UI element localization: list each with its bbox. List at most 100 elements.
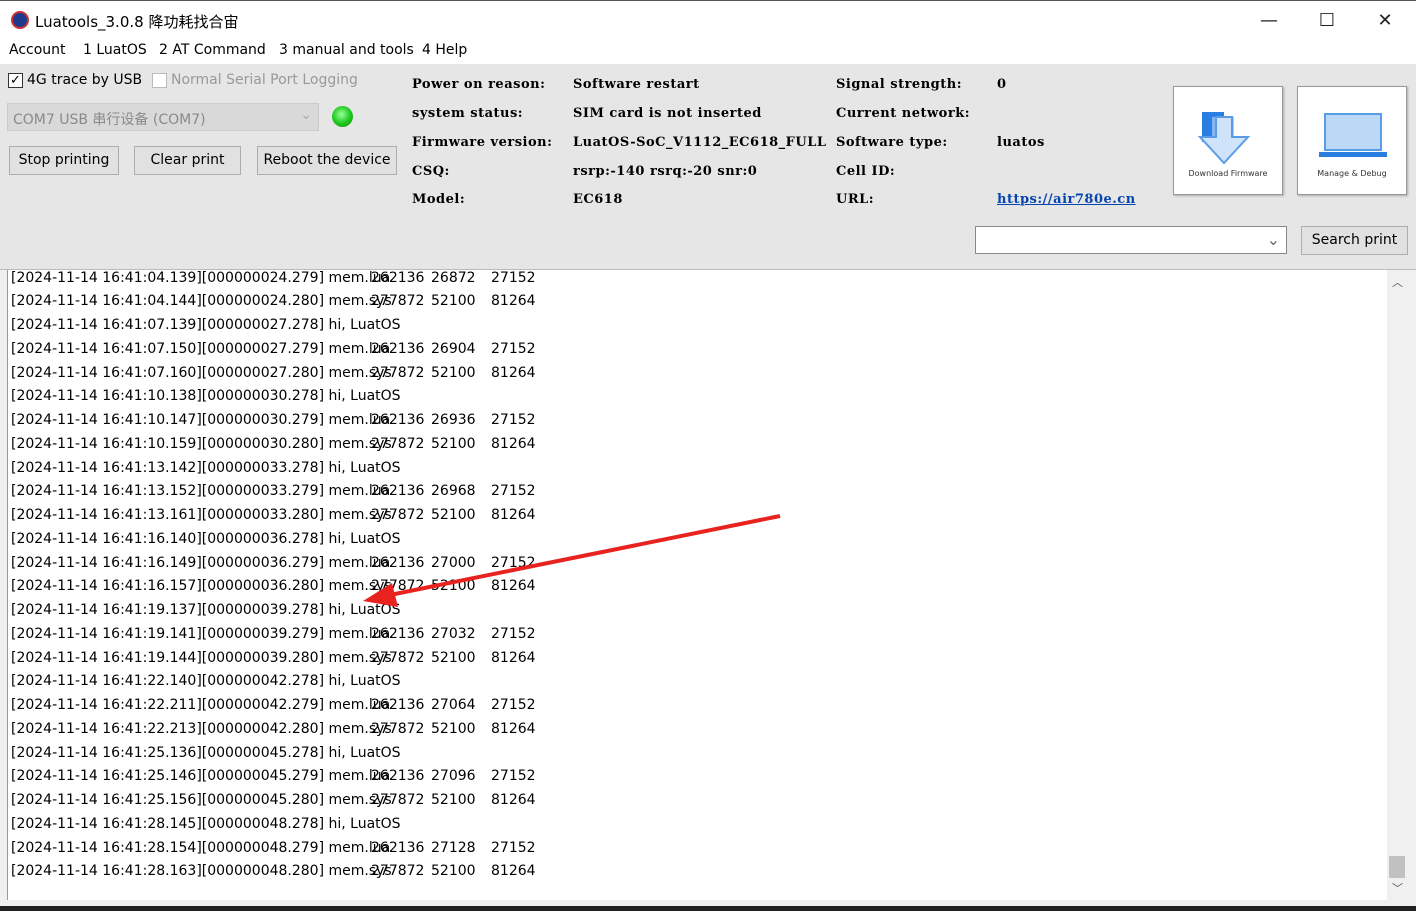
log-value: 52100 (431, 435, 476, 452)
log-value: 52100 (431, 578, 476, 595)
serial-logging-label: Normal Serial Port Logging (171, 72, 358, 88)
maximize-button[interactable]: ☐ (1304, 7, 1350, 35)
port-select[interactable]: COM7 USB 串行设备 (COM7) ⌄ (7, 103, 319, 131)
download-firmware-button[interactable]: Download Firmware (1173, 86, 1283, 195)
url-link[interactable]: https://air780e.cn (997, 192, 1136, 207)
log-text: [2024-11-14 16:41:16.149][000000036.279]… (11, 554, 391, 571)
menu-bar: Account 1 LuatOS 2 AT Command 3 manual a… (0, 40, 1416, 64)
log-text: [2024-11-14 16:41:07.160][000000027.280]… (11, 364, 392, 381)
log-scrollbar[interactable]: ︿ ﹀ (1387, 270, 1407, 900)
log-value: 81264 (491, 863, 536, 880)
log-value: 81264 (491, 578, 536, 595)
download-firmware-label: Download Firmware (1188, 169, 1268, 178)
log-value: 277872 (371, 578, 425, 595)
log-value: 277872 (371, 863, 425, 880)
log-value: 52100 (431, 507, 476, 523)
reboot-device-button[interactable]: Reboot the device (257, 146, 397, 175)
log-output[interactable]: [2024-11-14 16:41:04.139][000000024.279]… (7, 270, 1387, 900)
stop-printing-button[interactable]: Stop printing (9, 146, 119, 175)
log-value: 27128 (431, 839, 476, 856)
log-text: [2024-11-14 16:41:25.146][000000045.279]… (11, 768, 391, 785)
log-value: 27152 (491, 340, 536, 357)
log-text: [2024-11-14 16:41:19.141][000000039.279]… (11, 625, 391, 642)
log-value: 262136 (371, 697, 425, 713)
menu-help[interactable]: 4 Help (422, 42, 467, 58)
log-text: [2024-11-14 16:41:25.156][000000045.280]… (11, 792, 392, 808)
log-text: [2024-11-14 16:41:22.213][000000042.280]… (11, 720, 392, 737)
log-value: 81264 (491, 507, 536, 523)
cell-id-label: Cell ID: (836, 164, 896, 179)
log-text: [2024-11-14 16:41:04.139][000000024.279]… (11, 270, 391, 286)
system-status-value: SIM card is not inserted (573, 106, 762, 121)
log-value: 277872 (371, 507, 425, 523)
scroll-up-icon[interactable]: ︿ (1392, 274, 1403, 290)
csq-label: CSQ: (412, 164, 450, 179)
log-value: 52100 (431, 792, 476, 808)
log-value: 262136 (371, 340, 425, 357)
log-text: [2024-11-14 16:41:22.140][000000042.278]… (11, 673, 401, 690)
minimize-button[interactable]: — (1246, 7, 1292, 35)
log-value: 27152 (491, 839, 536, 856)
log-value: 52100 (431, 364, 476, 381)
network-label: Current network: (836, 106, 970, 121)
trace-usb-checkbox[interactable]: ✓ (8, 73, 23, 88)
menu-manual-tools[interactable]: 3 manual and tools (279, 42, 414, 58)
log-value: 26872 (431, 270, 476, 286)
laptop-icon (1319, 113, 1387, 157)
search-print-button[interactable]: Search print (1301, 226, 1408, 255)
log-value: 52100 (431, 649, 476, 666)
log-text: [2024-11-14 16:41:07.150][000000027.279]… (11, 340, 391, 357)
log-value: 52100 (431, 293, 476, 310)
log-value: 262136 (371, 839, 425, 856)
model-value: EC618 (573, 192, 623, 207)
taskbar-edge (0, 906, 1416, 911)
log-value: 262136 (371, 483, 425, 500)
log-value: 27032 (431, 625, 476, 642)
app-logo-icon (11, 11, 29, 29)
log-value: 81264 (491, 720, 536, 737)
log-value: 27152 (491, 412, 536, 428)
log-value: 81264 (491, 792, 536, 808)
log-text: [2024-11-14 16:41:22.211][000000042.279]… (11, 697, 391, 713)
log-value: 27152 (491, 625, 536, 642)
log-text: [2024-11-14 16:41:19.137][000000039.278]… (11, 602, 401, 618)
log-text: [2024-11-14 16:41:04.144][000000024.280]… (11, 293, 392, 310)
close-button[interactable]: ✕ (1362, 7, 1408, 35)
log-value: 81264 (491, 364, 536, 381)
search-input[interactable]: ⌄ (975, 226, 1287, 254)
log-value: 262136 (371, 554, 425, 571)
log-value: 26904 (431, 340, 476, 357)
log-text: [2024-11-14 16:41:13.142][000000033.278]… (11, 459, 401, 476)
scrollbar-thumb[interactable] (1389, 856, 1405, 878)
software-type-label: Software type: (836, 135, 948, 150)
url-label: URL: (836, 192, 875, 207)
chevron-down-icon[interactable]: ⌄ (1267, 230, 1280, 249)
menu-account[interactable]: Account (9, 42, 66, 58)
log-value: 277872 (371, 364, 425, 381)
log-text: [2024-11-14 16:41:10.138][000000030.278]… (11, 388, 401, 405)
power-on-reason-label: Power on reason: (412, 77, 546, 92)
log-text: [2024-11-14 16:41:07.139][000000027.278]… (11, 317, 401, 333)
firmware-value: LuatOS-SoC_V1112_EC618_FULL (573, 135, 827, 150)
menu-luatos[interactable]: 1 LuatOS (83, 42, 147, 58)
log-value: 27152 (491, 768, 536, 785)
log-value: 52100 (431, 720, 476, 737)
signal-label: Signal strength: (836, 77, 962, 92)
log-value: 277872 (371, 792, 425, 808)
clear-print-button[interactable]: Clear print (134, 146, 241, 175)
software-type-value: luatos (997, 135, 1045, 150)
menu-at-command[interactable]: 2 AT Command (159, 42, 266, 58)
log-text: [2024-11-14 16:41:10.159][000000030.280]… (11, 435, 392, 452)
log-value: 262136 (371, 768, 425, 785)
log-value: 27152 (491, 697, 536, 713)
system-status-label: system status: (412, 106, 524, 121)
log-text: [2024-11-14 16:41:13.161][000000033.280]… (11, 507, 392, 523)
log-value: 81264 (491, 649, 536, 666)
manage-debug-button[interactable]: Manage & Debug (1297, 86, 1407, 195)
log-text: [2024-11-14 16:41:10.147][000000030.279]… (11, 412, 391, 428)
scroll-down-icon[interactable]: ﹀ (1392, 880, 1403, 896)
log-text: [2024-11-14 16:41:19.144][000000039.280]… (11, 649, 392, 666)
serial-logging-checkbox[interactable] (152, 73, 167, 88)
log-value: 262136 (371, 412, 425, 428)
log-text: [2024-11-14 16:41:28.154][000000048.279]… (11, 839, 391, 856)
